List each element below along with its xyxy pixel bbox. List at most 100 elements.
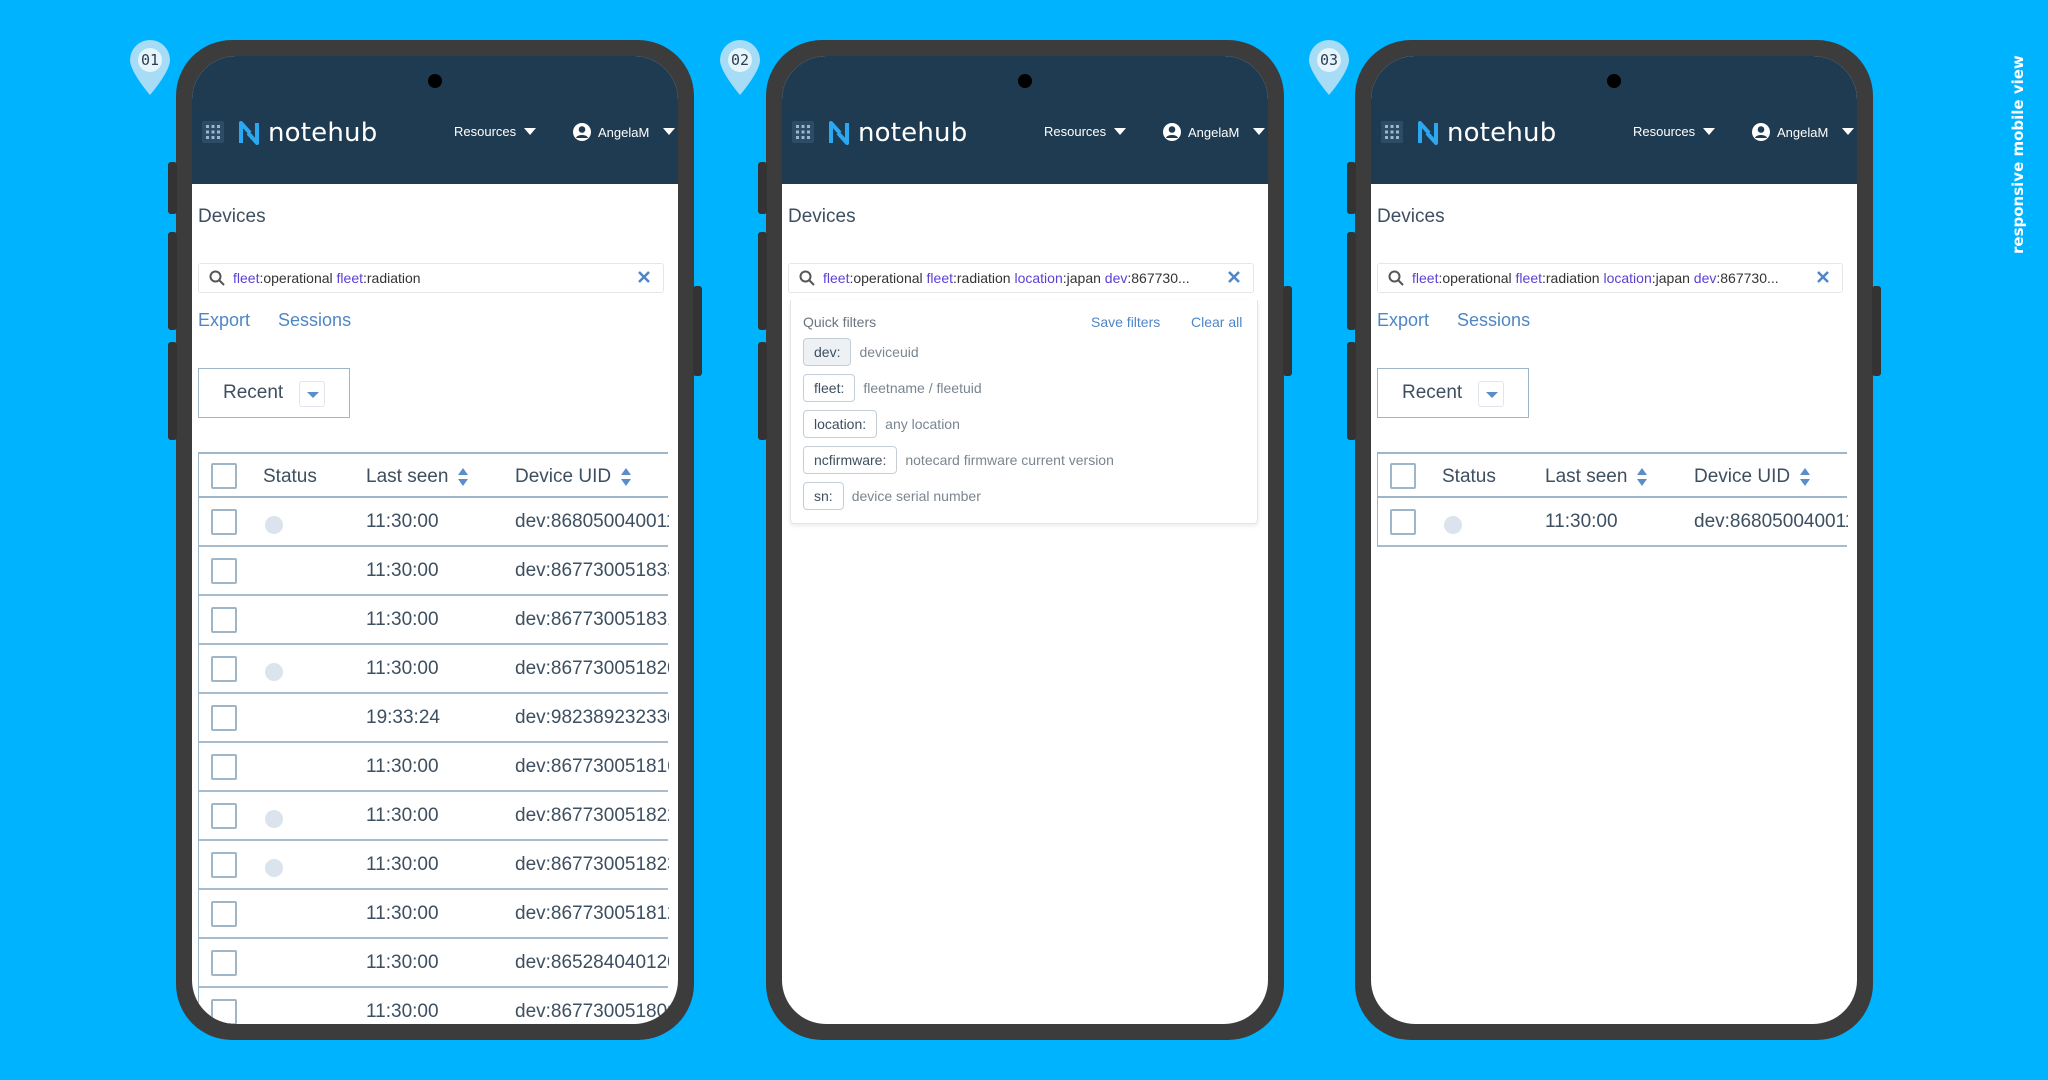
quick-filter-chip[interactable]: fleet:: [803, 374, 856, 402]
filter-token: fleet:radiation: [1515, 270, 1600, 286]
filter-token: location:japan: [1014, 270, 1101, 286]
filter-token: fleet:radiation: [336, 270, 421, 286]
row-checkbox[interactable]: [211, 509, 237, 535]
table-row[interactable]: 11:30:00 dev:867730051820: [199, 645, 669, 694]
notehub-logo[interactable]: notehub: [1417, 118, 1556, 148]
table-row[interactable]: 11:30:00 dev:868050040011: [199, 498, 669, 547]
user-name: AngelaM: [598, 124, 650, 140]
header-device-uid[interactable]: Device UID: [515, 466, 632, 488]
resources-menu[interactable]: Resources: [1633, 124, 1716, 139]
save-filters-link[interactable]: Save filters: [1091, 314, 1160, 330]
action-links: Export Sessions: [1377, 310, 1530, 331]
search-input[interactable]: fleet:operational fleet:radiation locati…: [1377, 263, 1843, 293]
search-input[interactable]: fleet:operational fleet:radiation locati…: [788, 263, 1254, 293]
last-seen-cell: 11:30:00: [366, 511, 439, 532]
search-icon: [799, 270, 815, 286]
device-uid-cell[interactable]: dev:867730051823: [515, 854, 669, 876]
table-row[interactable]: 11:30:00 dev:865284040120: [199, 939, 669, 988]
sort-icon[interactable]: [458, 467, 469, 486]
row-checkbox[interactable]: [211, 901, 237, 927]
apps-grid-icon[interactable]: [202, 121, 224, 143]
quick-filter-item[interactable]: location: any location: [803, 410, 960, 438]
header-last-seen[interactable]: Last seen: [1545, 466, 1648, 488]
sort-icon[interactable]: [621, 467, 632, 486]
export-link[interactable]: Export: [198, 310, 250, 331]
device-uid-cell[interactable]: dev:867730051816: [515, 756, 669, 778]
clear-all-link[interactable]: Clear all: [1191, 314, 1242, 330]
user-avatar-icon: [1163, 123, 1181, 141]
table-row[interactable]: 11:30:00 dev:867730051833: [199, 547, 669, 596]
device-uid-cell[interactable]: dev:867730051800: [515, 1001, 669, 1023]
table-row[interactable]: 11:30:00 dev:867730051812: [199, 890, 669, 939]
user-menu[interactable]: AngelaM: [572, 122, 676, 142]
device-uid-cell[interactable]: dev:868050040011: [1694, 511, 1848, 533]
row-checkbox[interactable]: [211, 803, 237, 829]
sessions-link[interactable]: Sessions: [278, 310, 351, 331]
close-icon[interactable]: [637, 270, 651, 284]
table-row[interactable]: 11:30:00 dev:867730051822: [199, 792, 669, 841]
chevron-down-icon[interactable]: [299, 381, 325, 407]
row-checkbox[interactable]: [211, 656, 237, 682]
user-menu[interactable]: AngelaM: [1162, 122, 1266, 142]
sort-select[interactable]: Recent: [198, 368, 350, 418]
header-device-uid[interactable]: Device UID: [1694, 466, 1811, 488]
apps-grid-icon[interactable]: [792, 121, 814, 143]
sort-icon[interactable]: [1800, 467, 1811, 486]
step-number: 02: [730, 51, 750, 69]
app-header: notehub Resources AngelaM: [192, 56, 678, 184]
header-last-seen[interactable]: Last seen: [366, 466, 469, 488]
export-link[interactable]: Export: [1377, 310, 1429, 331]
filter-token: fleet:radiation: [926, 270, 1011, 286]
quick-filter-item[interactable]: sn: device serial number: [803, 482, 981, 510]
row-checkbox[interactable]: [211, 999, 237, 1024]
page-title: Devices: [198, 206, 266, 227]
quick-filter-item[interactable]: fleet: fleetname / fleetuid: [803, 374, 982, 402]
table-row[interactable]: 11:30:00 dev:867730051823: [199, 841, 669, 890]
quick-filter-item[interactable]: dev: deviceuid: [803, 338, 919, 366]
select-all-checkbox[interactable]: [211, 463, 237, 489]
resources-menu[interactable]: Resources: [454, 124, 537, 139]
close-icon[interactable]: [1227, 270, 1241, 284]
row-checkbox[interactable]: [211, 852, 237, 878]
quick-filter-chip[interactable]: ncfirmware:: [803, 446, 898, 474]
row-checkbox[interactable]: [211, 754, 237, 780]
table-row[interactable]: 11:30:00 dev:867730051816: [199, 743, 669, 792]
quick-filter-chip[interactable]: location:: [803, 410, 878, 438]
device-uid-cell[interactable]: dev:867730051831: [515, 609, 669, 631]
chevron-down-icon: [524, 127, 537, 135]
quick-filter-chip[interactable]: dev:: [803, 338, 852, 366]
table-row[interactable]: 11:30:00 dev:868050040011: [1378, 498, 1848, 547]
chevron-down-icon[interactable]: [1478, 381, 1504, 407]
device-uid-cell[interactable]: dev:867730051833: [515, 560, 669, 582]
device-uid-cell[interactable]: dev:868050040011: [515, 511, 669, 533]
table-row[interactable]: 11:30:00 dev:867730051800: [199, 988, 669, 1024]
header-device-uid-label: Device UID: [1694, 466, 1791, 487]
sort-icon[interactable]: [1637, 467, 1648, 486]
table-header: Status Last seen Device UID: [199, 452, 668, 498]
notehub-logo[interactable]: notehub: [828, 118, 967, 148]
device-uid-cell[interactable]: dev:865284040120: [515, 952, 669, 974]
quick-filter-chip[interactable]: sn:: [803, 482, 844, 510]
apps-grid-icon[interactable]: [1381, 121, 1403, 143]
sessions-link[interactable]: Sessions: [1457, 310, 1530, 331]
user-menu[interactable]: AngelaM: [1751, 122, 1855, 142]
status-indicator: [1444, 516, 1462, 534]
notehub-logo[interactable]: notehub: [238, 118, 377, 148]
device-uid-cell[interactable]: dev:867730051812: [515, 903, 669, 925]
row-checkbox[interactable]: [211, 558, 237, 584]
device-uid-cell[interactable]: dev:982389232330: [515, 707, 669, 729]
resources-menu[interactable]: Resources: [1044, 124, 1127, 139]
device-uid-cell[interactable]: dev:867730051820: [515, 658, 669, 680]
select-all-checkbox[interactable]: [1390, 463, 1416, 489]
close-icon[interactable]: [1816, 270, 1830, 284]
table-row[interactable]: 11:30:00 dev:867730051831: [199, 596, 669, 645]
row-checkbox[interactable]: [211, 607, 237, 633]
table-row[interactable]: 19:33:24 dev:982389232330: [199, 694, 669, 743]
row-checkbox[interactable]: [211, 950, 237, 976]
row-checkbox[interactable]: [211, 705, 237, 731]
row-checkbox[interactable]: [1390, 509, 1416, 535]
quick-filter-item[interactable]: ncfirmware: notecard firmware current ve…: [803, 446, 1114, 474]
search-input[interactable]: fleet:operational fleet:radiation: [198, 263, 664, 293]
sort-select[interactable]: Recent: [1377, 368, 1529, 418]
device-uid-cell[interactable]: dev:867730051822: [515, 805, 669, 827]
